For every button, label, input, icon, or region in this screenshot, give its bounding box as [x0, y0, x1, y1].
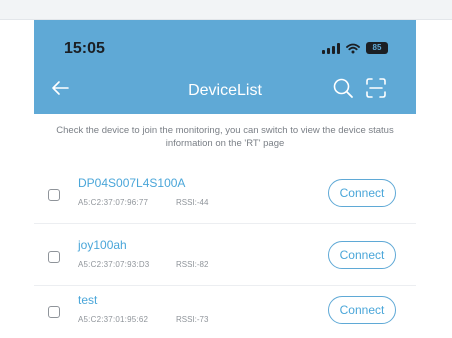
device-checkbox[interactable]: [48, 306, 60, 318]
device-row[interactable]: joy100ah A5:C2:37:07:93:D3 RSSI:-82 Conn…: [34, 224, 416, 286]
page-title: DeviceList: [188, 82, 262, 99]
device-name: DP04S007L4S100A: [78, 176, 186, 190]
device-row[interactable]: DP04S007L4S100A A5:C2:37:07:96:77 RSSI:-…: [34, 162, 416, 224]
status-time: 15:05: [64, 40, 105, 57]
device-name: test: [78, 293, 98, 307]
device-row[interactable]: test A5:C2:37:01:95:62 RSSI:-73 Connect: [34, 279, 416, 338]
device-mac: A5:C2:37:07:93:D3: [78, 260, 150, 269]
top-strip: [0, 0, 452, 20]
device-rssi: RSSI:-73: [176, 315, 209, 324]
device-mac: A5:C2:37:01:95:62: [78, 315, 149, 324]
device-mac: A5:C2:37:07:96:77: [78, 198, 149, 207]
wifi-icon: [346, 43, 360, 53]
device-checkbox[interactable]: [48, 189, 60, 201]
monitoring-hint: Check the device to join the monitoring,…: [56, 125, 394, 149]
device-rssi: RSSI:-82: [176, 260, 209, 269]
connect-button[interactable]: Connect: [328, 296, 396, 324]
scan-icon[interactable]: [364, 76, 388, 100]
device-name: joy100ah: [78, 238, 127, 252]
connect-button[interactable]: Connect: [328, 179, 396, 207]
status-icons: 85: [322, 42, 388, 54]
search-icon[interactable]: [331, 76, 355, 100]
status-bar: 15:05 85: [34, 20, 416, 66]
app-header: 15:05 85 DeviceList: [34, 20, 416, 114]
nav-bar: DeviceList: [34, 70, 416, 110]
battery-icon: 85: [366, 42, 388, 54]
signal-icon: [322, 42, 340, 54]
device-rssi: RSSI:-44: [176, 198, 209, 207]
device-checkbox[interactable]: [48, 251, 60, 263]
phone-screen: 15:05 85 DeviceList Check the device to …: [34, 20, 416, 338]
connect-button[interactable]: Connect: [328, 241, 396, 269]
